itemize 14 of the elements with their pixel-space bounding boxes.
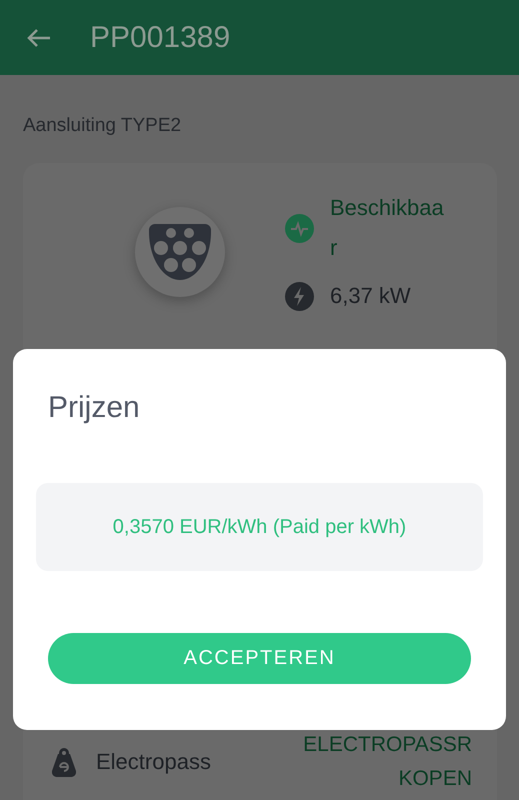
lightning-icon	[285, 282, 314, 310]
section-title: Aansluiting TYPE2	[23, 115, 182, 137]
dialog-title: Prijzen	[48, 391, 141, 425]
tag-icon	[52, 747, 76, 777]
payment-label: Electropass	[96, 749, 211, 775]
price-text: 0,3570 EUR/kWh (Paid per kWh)	[36, 483, 483, 571]
status-text: Beschikbaar	[330, 194, 444, 262]
page-title: PP001389	[90, 20, 230, 54]
buy-link[interactable]: ELECTROPASSR KOPEN	[282, 728, 472, 796]
plug-socket-icon	[149, 224, 211, 280]
accept-button[interactable]: ACCEPTEREN	[48, 633, 471, 684]
back-icon[interactable]	[26, 28, 52, 48]
power-text: 6,37 kW	[330, 282, 412, 310]
pulse-icon	[285, 214, 314, 242]
